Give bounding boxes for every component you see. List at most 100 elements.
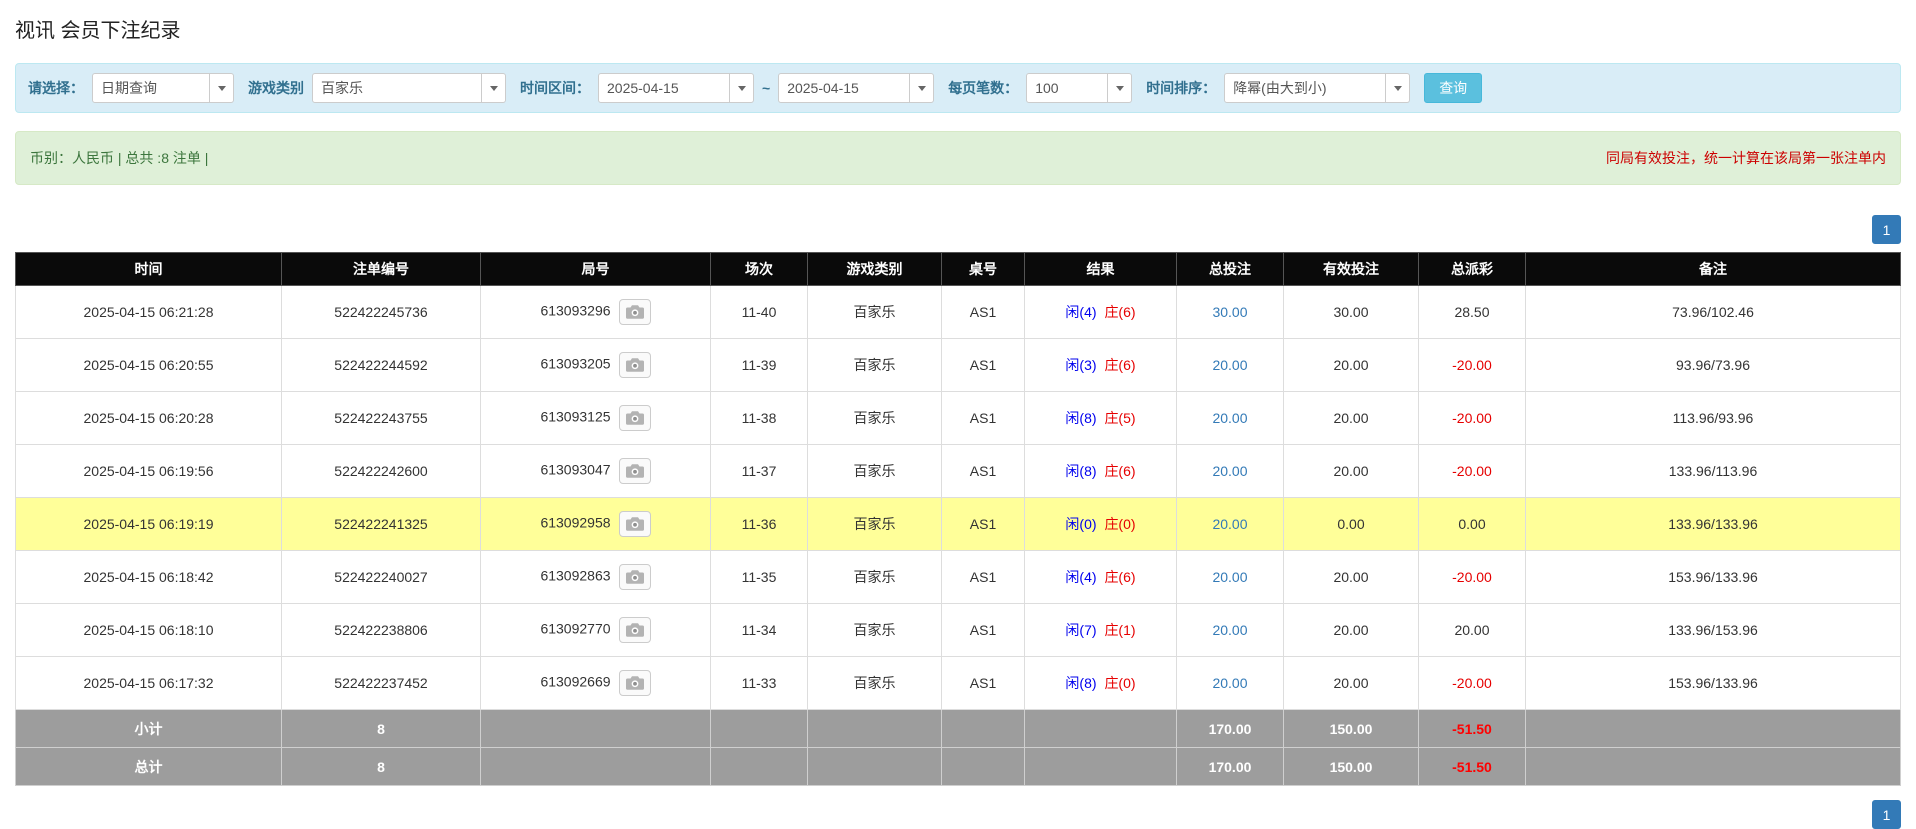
table-row: 2025-04-15 06:18:42 522422240027 6130928…: [16, 551, 1901, 604]
page-size-caret-button[interactable]: [1108, 73, 1132, 103]
select-type-input[interactable]: [92, 73, 210, 103]
cell-note: 113.96/93.96: [1526, 392, 1901, 445]
cell-valid-bet: 20.00: [1284, 445, 1419, 498]
cell-result: 闲(0) 庄(0): [1025, 498, 1177, 551]
round-id-text: 613092863: [540, 568, 610, 584]
camera-icon: [626, 305, 644, 319]
table-row: 2025-04-15 06:18:10 522422238806 6130927…: [16, 604, 1901, 657]
total-bet-link[interactable]: 30.00: [1212, 304, 1247, 320]
date-range-tilde: ~: [762, 80, 770, 96]
subtotal-payout: -51.50: [1419, 710, 1526, 748]
cell-note: 153.96/133.96: [1526, 551, 1901, 604]
cell-total-bet: 20.00: [1177, 339, 1284, 392]
sort-order-input[interactable]: [1224, 73, 1386, 103]
total-bet-link[interactable]: 20.00: [1212, 569, 1247, 585]
page: 视讯 会员下注纪录 请选择： 游戏类别 时间区间： ~ 每页笔数： 时间排序：: [0, 0, 1916, 829]
search-button[interactable]: 查询: [1424, 73, 1482, 103]
cell-round-id: 613093296: [481, 286, 711, 339]
total-bet-link[interactable]: 20.00: [1212, 516, 1247, 532]
cell-payout: -20.00: [1419, 657, 1526, 710]
camera-icon-button[interactable]: [619, 617, 651, 643]
cell-result: 闲(8) 庄(5): [1025, 392, 1177, 445]
round-id-text: 613092958: [540, 515, 610, 531]
total-bet-link[interactable]: 20.00: [1212, 357, 1247, 373]
cell-valid-bet: 20.00: [1284, 657, 1419, 710]
table-body: 2025-04-15 06:21:28 522422245736 6130932…: [16, 286, 1901, 710]
cell-valid-bet: 20.00: [1284, 392, 1419, 445]
camera-icon-button[interactable]: [619, 405, 651, 431]
page-size-input[interactable]: [1026, 73, 1108, 103]
summary-bar: 币别：人民币 | 总共 :8 注单 | 同局有效投注，统一计算在该局第一张注单内: [15, 131, 1901, 185]
pagination-bottom-page-1-button[interactable]: 1: [1872, 800, 1901, 829]
select-type-caret-button[interactable]: [210, 73, 234, 103]
date-to-caret-button[interactable]: [910, 73, 934, 103]
cell-time: 2025-04-15 06:18:10: [16, 604, 282, 657]
total-bet-link[interactable]: 20.00: [1212, 675, 1247, 691]
banker-result: 庄(6): [1104, 569, 1135, 585]
cell-table-no: AS1: [942, 657, 1025, 710]
cell-total-bet: 20.00: [1177, 445, 1284, 498]
cell-time: 2025-04-15 06:20:55: [16, 339, 282, 392]
pagination-top: 1: [15, 215, 1901, 244]
cell-bet-id: 522422242600: [282, 445, 481, 498]
pagination-page-1-button[interactable]: 1: [1872, 215, 1901, 244]
cell-game-type: 百家乐: [808, 604, 942, 657]
subtotal-valid-bet: 150.00: [1284, 710, 1419, 748]
table-row: 2025-04-15 06:19:19 522422241325 6130929…: [16, 498, 1901, 551]
summary-currency-count: 币别：人民币 | 总共 :8 注单 |: [30, 148, 208, 168]
chevron-down-icon: [1116, 86, 1124, 91]
player-result: 闲(3): [1065, 357, 1096, 373]
camera-icon-button[interactable]: [619, 564, 651, 590]
page-size-combo: [1026, 73, 1132, 103]
summary-note: 同局有效投注，统一计算在该局第一张注单内: [1606, 148, 1886, 168]
camera-icon-button[interactable]: [619, 458, 651, 484]
banker-result: 庄(1): [1104, 622, 1135, 638]
cell-note: 153.96/133.96: [1526, 657, 1901, 710]
player-result: 闲(4): [1065, 304, 1096, 320]
date-from-input[interactable]: [598, 73, 730, 103]
date-to-input[interactable]: [778, 73, 910, 103]
banker-result: 庄(6): [1104, 304, 1135, 320]
camera-icon: [626, 464, 644, 478]
total-bet-link[interactable]: 20.00: [1212, 463, 1247, 479]
player-result: 闲(7): [1065, 622, 1096, 638]
total-payout: -51.50: [1419, 748, 1526, 786]
camera-icon-button[interactable]: [619, 670, 651, 696]
cell-total-bet: 20.00: [1177, 392, 1284, 445]
sort-order-caret-button[interactable]: [1386, 73, 1410, 103]
date-to-combo: [778, 73, 934, 103]
table-row: 2025-04-15 06:17:32 522422237452 6130926…: [16, 657, 1901, 710]
cell-session: 11-35: [711, 551, 808, 604]
cell-payout: 0.00: [1419, 498, 1526, 551]
camera-icon: [626, 411, 644, 425]
cell-total-bet: 20.00: [1177, 551, 1284, 604]
player-result: 闲(0): [1065, 516, 1096, 532]
camera-icon-button[interactable]: [619, 299, 651, 325]
banker-result: 庄(6): [1104, 357, 1135, 373]
camera-icon-button[interactable]: [619, 511, 651, 537]
cell-time: 2025-04-15 06:20:28: [16, 392, 282, 445]
total-bet-link[interactable]: 20.00: [1212, 622, 1247, 638]
header-session: 场次: [711, 253, 808, 286]
cell-bet-id: 522422240027: [282, 551, 481, 604]
total-bet-link[interactable]: 20.00: [1212, 410, 1247, 426]
cell-time: 2025-04-15 06:17:32: [16, 657, 282, 710]
camera-icon: [626, 570, 644, 584]
total-label: 总计: [16, 748, 282, 786]
cell-game-type: 百家乐: [808, 498, 942, 551]
cell-time: 2025-04-15 06:19:19: [16, 498, 282, 551]
camera-icon-button[interactable]: [619, 352, 651, 378]
camera-icon: [626, 358, 644, 372]
game-type-caret-button[interactable]: [482, 73, 506, 103]
cell-round-id: 613092770: [481, 604, 711, 657]
chevron-down-icon: [490, 86, 498, 91]
sort-order-combo: [1224, 73, 1410, 103]
cell-round-id: 613093125: [481, 392, 711, 445]
date-from-caret-button[interactable]: [730, 73, 754, 103]
chevron-down-icon: [1394, 86, 1402, 91]
game-type-input[interactable]: [312, 73, 482, 103]
cell-result: 闲(8) 庄(0): [1025, 657, 1177, 710]
round-id-text: 613093296: [540, 303, 610, 319]
cell-valid-bet: 0.00: [1284, 498, 1419, 551]
subtotal-row: 小计 8 170.00 150.00 -51.50: [16, 710, 1901, 748]
